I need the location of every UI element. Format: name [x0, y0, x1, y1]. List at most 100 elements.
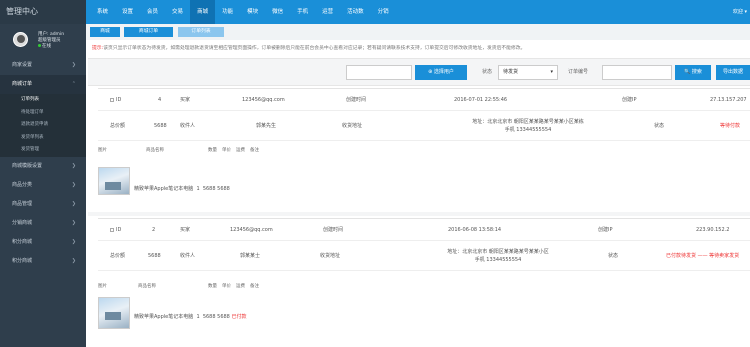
sidebar-subitem-pending-orders[interactable]: 待处理订单 — [0, 107, 86, 120]
nav-item-mall[interactable]: 商城 — [190, 0, 216, 24]
created-ip-label: 创建IP — [622, 97, 637, 103]
order-total: 5688 — [148, 253, 161, 259]
nav-item-system[interactable]: 系统 — [90, 0, 115, 24]
nav-item-settings[interactable]: 设置 — [115, 0, 140, 24]
chevron-down-icon: ❯ — [71, 200, 76, 207]
total-label: 总价额 — [110, 123, 126, 129]
status-label: 状态 — [654, 123, 665, 129]
buyer-email: 123456@qq.com — [242, 97, 285, 103]
notice-bar: 提示:该页只显示订单状态为待发货，如需处理退款退货请至相应管理页面操作，订单被删… — [92, 44, 748, 51]
goods-price: 5688 — [202, 186, 216, 192]
breadcrumb-item-order-list: 订单列表 — [178, 27, 224, 37]
product-thumbnail[interactable] — [98, 167, 130, 195]
sidebar-item-merchant-settings[interactable]: 商家设置 ❯ — [0, 56, 86, 75]
chevron-up-icon: ⌃ — [71, 81, 76, 87]
created-ip: 223.90.152.2 — [696, 227, 730, 233]
order-card: ID 4 买家 123456@qq.com 创建时间 2016-07-01 22… — [98, 88, 750, 210]
top-navbar: 管理中心 系统 设置 会员 交易 商城 功能 模块 微信 手机 运营 活动数 分… — [0, 0, 750, 24]
sidebar-item-points-mall[interactable]: 积分商城 ❯ — [0, 233, 86, 252]
order-card: ID 2 买家 123456@qq.com 创建时间 2016-06-08 13… — [98, 218, 750, 346]
user-keyword-input[interactable] — [346, 65, 412, 80]
receiver-name: 郭某先生 — [256, 123, 277, 129]
breadcrumb-item-mall[interactable]: 商城 — [90, 27, 120, 37]
order-row-detail: 总价额 5688 收件人 郭某先生 收货地址 地址：北京北京市 朝阳区某某路某号… — [98, 111, 750, 141]
nav-item-activities[interactable]: 活动数 — [340, 0, 371, 24]
breadcrumb: 商城 商城订单 订单列表 — [86, 24, 750, 40]
goods-subtotal: 5688 — [217, 314, 230, 320]
product-thumbnail[interactable] — [98, 297, 130, 329]
address-label: 收货地址 — [342, 123, 363, 129]
created-ip: 27.13.157.207 — [710, 97, 747, 103]
order-row-detail: 总价额 5688 收件人 郭某某士 收货地址 地址：北京北京市 朝阳区某某路某号… — [98, 241, 750, 271]
goods-line: 精致苹果Apple笔记本电脑 1 5688 5688 已付款 — [134, 313, 246, 320]
chevron-down-icon: ❯ — [71, 219, 76, 226]
created-time-label: 创建时间 — [323, 227, 344, 233]
order-id-label: ID — [110, 219, 121, 241]
order-total: 5688 — [154, 123, 167, 129]
nav-item-distribution[interactable]: 分销 — [371, 0, 396, 24]
status-select[interactable]: 待发货 ▾ — [498, 65, 558, 80]
breadcrumb-item-orders[interactable]: 商城订单 — [124, 27, 173, 37]
select-user-button[interactable]: ⊕ 选择用户 — [415, 65, 467, 80]
order-id: 4 — [158, 97, 162, 103]
sidebar-item-products[interactable]: 商品管理 ❯ — [0, 195, 86, 214]
sidebar-item-mall-orders[interactable]: 商城订单 ⌃ — [0, 75, 86, 94]
app-logo: 管理中心 — [0, 0, 86, 24]
order-id-label: ID — [110, 89, 121, 111]
total-label: 总价额 — [110, 253, 126, 259]
sidebar-item-templates[interactable]: 商城模版设置 ❯ — [0, 157, 86, 176]
nav-item-modules[interactable]: 模块 — [240, 0, 265, 24]
order-divider — [88, 212, 750, 216]
nav-item-functions[interactable]: 功能 — [215, 0, 240, 24]
sidebar-item-points-mall-2[interactable]: 积分商城 ❯ — [0, 252, 86, 271]
product-name-link[interactable]: 精致苹果Apple笔记本电脑 — [134, 314, 193, 320]
receiver-name: 郭某某士 — [240, 253, 261, 259]
sidebar-subitem-delivery-list[interactable]: 发货单列表 — [0, 132, 86, 145]
order-status: 等待付款 — [720, 123, 741, 129]
chevron-down-icon: ❯ — [71, 62, 76, 68]
chevron-down-icon: ❯ — [71, 238, 76, 245]
sidebar-subitem-order-list[interactable]: 订单列表 — [0, 94, 86, 107]
sidebar-subitem-refunds[interactable]: 退款退货申请 — [0, 119, 86, 132]
goods-line: 精致苹果Apple笔记本电脑 1 5688 5688 — [134, 185, 230, 192]
nav-item-trade[interactable]: 交易 — [165, 0, 190, 24]
nav-item-operations[interactable]: 运营 — [315, 0, 340, 24]
chevron-down-icon: ❯ — [71, 162, 76, 169]
receiver-label: 收件人 — [180, 123, 196, 129]
order-checkbox[interactable] — [110, 227, 114, 232]
order-checkbox[interactable] — [110, 97, 114, 102]
delivery-address: 地址：北京北京市 朝阳区某某路某号某某小区某栋 手机 13344555554 — [472, 119, 584, 133]
order-no-input[interactable] — [602, 65, 672, 80]
order-status: 已付款待发货 —— 等待卖家发货 — [666, 253, 740, 259]
sidebar-item-distribution-mall[interactable]: 分销商城 ❯ — [0, 214, 86, 233]
created-time: 2016-07-01 22:55:46 — [454, 97, 508, 103]
goods-price: 5688 — [202, 314, 216, 320]
search-button[interactable]: 🔍 搜索 — [675, 65, 711, 80]
created-time: 2016-06-08 13:58:14 — [448, 227, 502, 233]
sidebar-item-categories[interactable]: 商品分类 ❯ — [0, 176, 86, 195]
search-bar: ⊕ 选择用户 状态 待发货 ▾ 订单编号 🔍 搜索 导出数据 — [88, 58, 750, 86]
goods-qty: 1 — [196, 314, 200, 320]
top-nav: 系统 设置 会员 交易 商城 功能 模块 微信 手机 运营 活动数 分销 — [90, 0, 396, 24]
user-info: 用户: admin 超级管理员 在线 — [38, 32, 64, 50]
nav-item-mobile[interactable]: 手机 — [290, 0, 315, 24]
order-row-basic: ID 2 买家 123456@qq.com 创建时间 2016-06-08 13… — [98, 219, 750, 241]
user-status: 在线 — [38, 44, 64, 50]
nav-item-members[interactable]: 会员 — [140, 0, 165, 24]
order-no-label: 订单编号 — [568, 69, 589, 75]
order-row-basic: ID 4 买家 123456@qq.com 创建时间 2016-07-01 22… — [98, 89, 750, 111]
created-ip-label: 创建IP — [598, 227, 613, 233]
buyer-email: 123456@qq.com — [230, 227, 273, 233]
order-id: 2 — [152, 227, 156, 233]
sidebar-submenu-orders: 订单列表 待处理订单 退款退货申请 发货单列表 发货管理 — [0, 94, 86, 157]
nav-item-wechat[interactable]: 微信 — [265, 0, 290, 24]
notice-label: 提示: — [92, 46, 104, 51]
user-menu[interactable]: 欢迎 ▾ — [733, 0, 747, 24]
product-name-link[interactable]: 精致苹果Apple笔记本电脑 — [134, 186, 193, 192]
notice-text: 该页只显示订单状态为待发货，如需处理退款退货请至相应管理页面操作，订单被删除后只… — [103, 46, 526, 51]
chevron-down-icon: ❯ — [71, 181, 76, 188]
sidebar-subitem-delivery-manage[interactable]: 发货管理 — [0, 144, 86, 157]
export-button[interactable]: 导出数据 — [716, 65, 750, 80]
status-label: 状态 — [482, 69, 493, 75]
buyer-label: 买家 — [180, 227, 191, 233]
